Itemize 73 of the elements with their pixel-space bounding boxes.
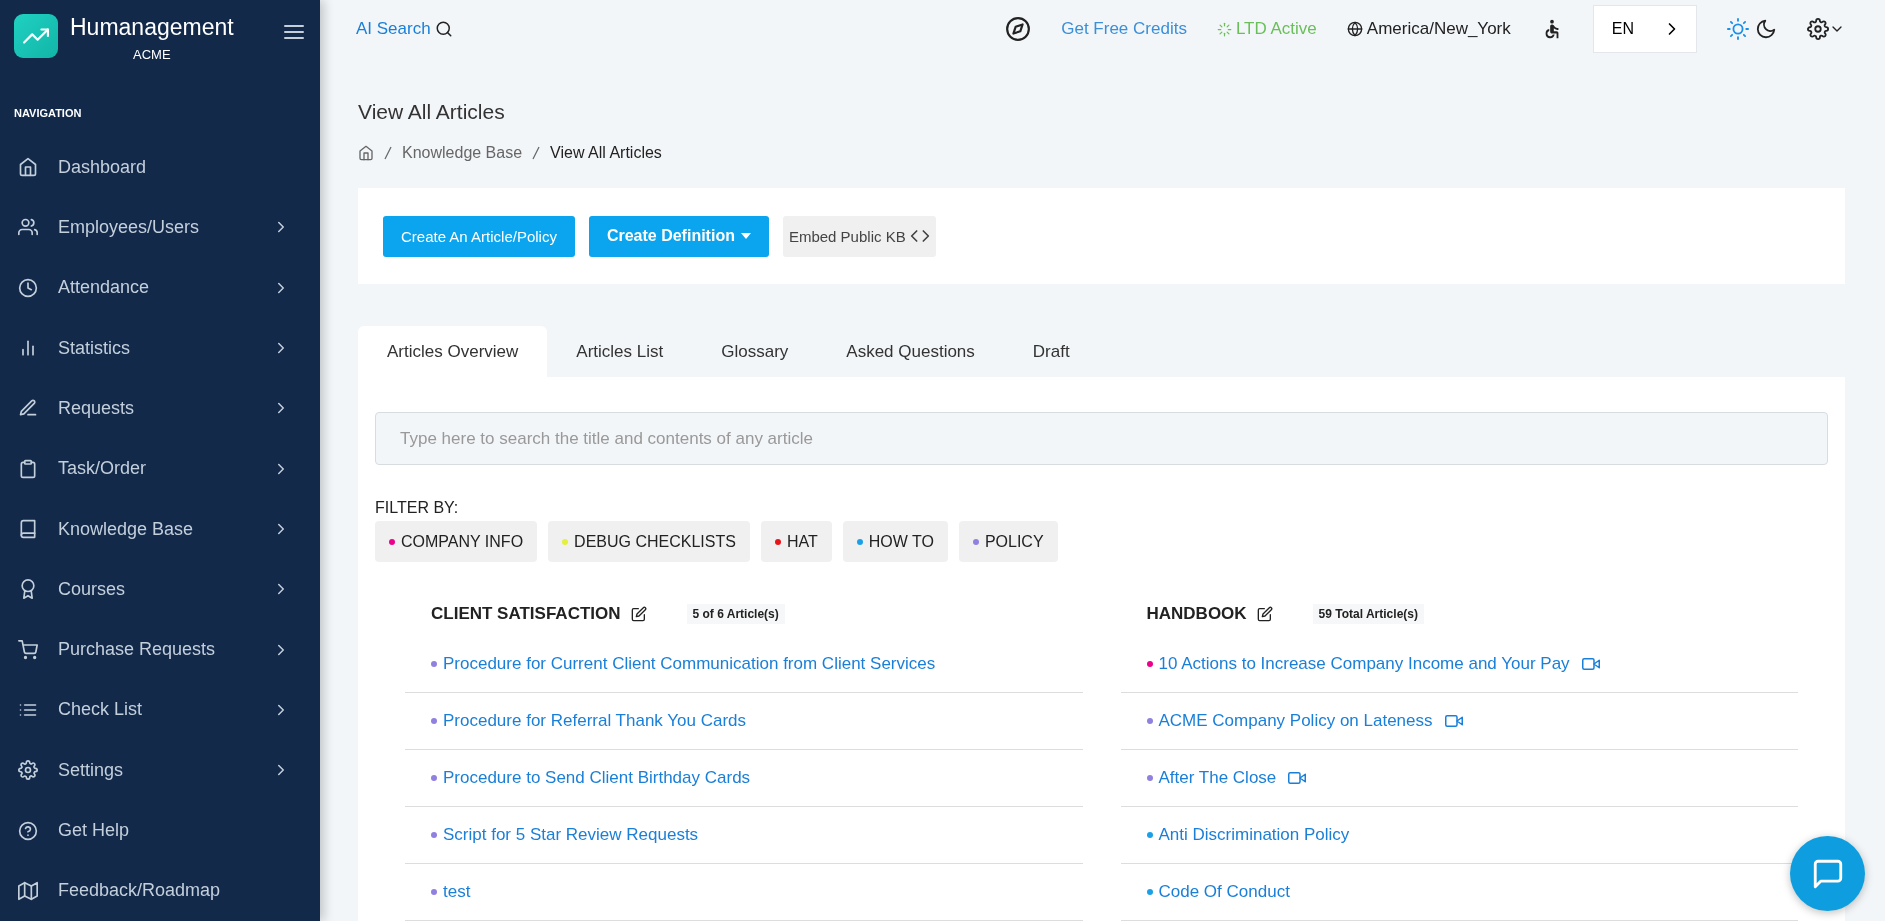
slash-icon (384, 146, 392, 160)
search-icon (434, 20, 453, 38)
sun-icon[interactable] (1727, 18, 1749, 40)
filter-tag[interactable]: POLICY (958, 521, 1058, 562)
clock-icon (18, 277, 38, 298)
article-link[interactable]: Anti Discrimination Policy (1158, 825, 1350, 845)
brand-name: Humanagement (70, 14, 234, 41)
edit-icon[interactable] (1256, 606, 1273, 622)
embed-button[interactable]: Embed Public KB (782, 215, 936, 257)
spinner-icon (1216, 21, 1232, 37)
app-logo (14, 14, 58, 58)
filter-tag[interactable]: DEBUG CHECKLISTS (548, 521, 750, 562)
sidebar-item[interactable]: Courses (0, 559, 320, 620)
article-link[interactable]: test (443, 882, 471, 902)
breadcrumb-link[interactable]: Knowledge Base (402, 144, 523, 162)
tab[interactable]: Articles List (547, 326, 693, 377)
article-link[interactable]: After The Close (1158, 768, 1277, 788)
sidebar-item[interactable]: Feedback/Roadmap (0, 860, 320, 921)
article-link[interactable]: Procedure for Current Client Communication from Client Services (443, 654, 936, 674)
home-icon (18, 157, 38, 178)
users-icon (18, 217, 38, 238)
article-link[interactable]: Script for 5 Star Review Requests (443, 825, 699, 845)
section-heading: NAVIGATION (13, 107, 83, 119)
company-name: ACME (133, 47, 171, 62)
moon-icon[interactable] (1755, 18, 1777, 40)
ai-search-link[interactable]: AI Search (356, 19, 453, 39)
article-count: 59 Total Article(s) (1312, 604, 1424, 624)
sidebar-item[interactable]: Purchase Requests (0, 619, 320, 680)
sidebar-item[interactable]: Settings (0, 740, 320, 801)
category-title: HANDBOOK (1146, 604, 1247, 624)
sidebar-item[interactable]: Attendance (0, 257, 320, 318)
page-title: View All Articles (358, 100, 506, 124)
pencil-icon (18, 398, 38, 419)
sidebar-item[interactable]: Statistics (0, 317, 320, 379)
sidebar-item[interactable]: Task/Order (0, 438, 320, 499)
article-count: 5 of 6 Article(s) (686, 604, 785, 624)
language-selector[interactable]: EN (1592, 5, 1697, 53)
search-field[interactable]: Type here to search the title and contents of any article (375, 412, 1828, 465)
sidebar-item[interactable]: Knowledge Base (0, 498, 320, 560)
timezone-link[interactable]: America/New_York (1346, 19, 1511, 39)
map-icon (18, 880, 38, 901)
tab[interactable]: Articles Overview (358, 326, 548, 377)
filter-tag[interactable]: HAT (760, 521, 832, 562)
book-icon (18, 519, 38, 540)
sidebar-item[interactable]: Get Help (0, 800, 320, 861)
tab[interactable]: Draft (1003, 326, 1099, 377)
tab[interactable]: Glossary (692, 326, 818, 377)
caret-icon (740, 233, 751, 239)
settings-icon (18, 760, 38, 781)
category-title: CLIENT SATISFACTION (431, 604, 621, 624)
sidebar-item[interactable]: Check List (0, 679, 320, 741)
article-link[interactable]: Code Of Conduct (1158, 882, 1290, 902)
sidebar-item[interactable]: Requests (0, 378, 320, 439)
filter-label: FILTER BY: (375, 499, 460, 517)
home-icon (358, 145, 374, 161)
award-icon (18, 579, 38, 600)
filter-tag[interactable]: COMPANY INFO (375, 521, 538, 562)
sidebar-item[interactable]: Dashboard (0, 137, 320, 198)
article-link[interactable]: ACME Company Policy on Lateness (1158, 711, 1433, 731)
edit-icon[interactable] (630, 606, 647, 622)
compass-icon[interactable] (1005, 16, 1032, 42)
tab[interactable]: Asked Questions (817, 326, 1004, 377)
cart-icon (18, 639, 38, 660)
breadcrumb-link[interactable]: View All Articles (550, 144, 662, 162)
article-link[interactable]: Procedure to Send Client Birthday Cards (443, 768, 751, 788)
article-link[interactable]: 10 Actions to Increase Company Income and Your Pay (1158, 654, 1570, 674)
help-icon (18, 820, 38, 841)
slash-icon (532, 146, 541, 160)
article-link[interactable]: Procedure for Referral Thank You Cards (443, 711, 747, 731)
sidebar-item[interactable]: Employees/Users (0, 197, 320, 258)
globe-icon (1346, 21, 1363, 37)
filter-tag[interactable]: HOW TO (842, 521, 948, 562)
clipboard-icon (18, 458, 38, 479)
